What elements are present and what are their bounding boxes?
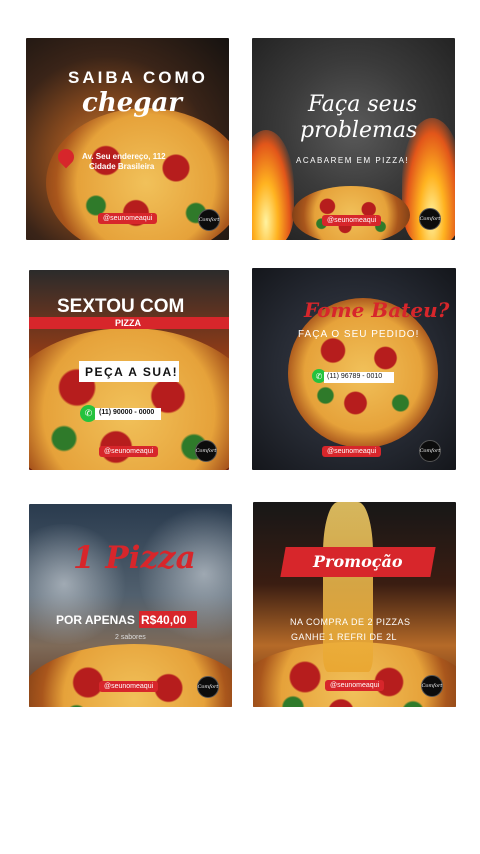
social-handle: @seunomeaqui (322, 215, 382, 226)
cta-label: PEÇA A SUA! (85, 365, 179, 379)
promo-line-1: NA COMPRA DE 2 PIZZAS (290, 617, 411, 627)
logo-badge: Comfort (419, 440, 441, 462)
cheese-pull (323, 502, 373, 672)
card-title: Fome Bateu? (304, 298, 450, 322)
card-subtitle: FAÇA O SEU PEDIDO! (298, 329, 420, 340)
social-handle: @seunomeaqui (99, 681, 159, 692)
post-card-faca-seus-problemas[interactable]: Faça seus problemas ACABAREM EM PIZZA! @… (252, 38, 455, 240)
logo-badge: Comfort (197, 676, 219, 698)
price-prefix: POR APENAS (56, 613, 135, 627)
card-title-line-2: problemas (300, 118, 418, 143)
post-card-saiba-como-chegar[interactable]: SAIBA COMO chegar Av. Seu endereço, 112 … (26, 38, 229, 240)
card-title: SEXTOU COM (57, 296, 185, 317)
card-title-line-1: Faça seus (308, 92, 418, 117)
price-note: 2 sabores (115, 634, 146, 641)
card-title: 1 Pizza (73, 540, 196, 576)
address-line-1: Av. Seu endereço, 112 (82, 152, 166, 161)
card-title: SAIBA COMO (68, 68, 208, 87)
banner-label: Promoção (313, 552, 403, 571)
pizza-image (29, 644, 232, 707)
address-line-2: Cidade Brasileira (89, 162, 155, 171)
post-card-1-pizza[interactable]: 1 Pizza POR APENAS R$40,00 2 sabores @se… (29, 504, 232, 707)
promo-line-2: GANHE 1 REFRI DE 2L (291, 632, 398, 642)
phone-number: (11) 90000 - 0000 (99, 409, 155, 416)
social-handle: @seunomeaqui (99, 446, 159, 457)
logo-badge: Comfort (198, 209, 220, 231)
social-handle: @seunomeaqui (322, 446, 382, 457)
logo-badge: Comfort (421, 675, 443, 697)
social-handle: @seunomeaqui (98, 213, 158, 224)
price-value: R$40,00 (141, 613, 187, 627)
post-card-promocao[interactable]: Promoção NA COMPRA DE 2 PIZZAS GANHE 1 R… (253, 502, 456, 707)
post-card-fome-bateu[interactable]: Fome Bateu? FAÇA O SEU PEDIDO! ✆ (11) 96… (252, 268, 456, 470)
logo-badge: Comfort (195, 440, 217, 462)
pizza-image (292, 186, 410, 240)
flame-left (252, 130, 294, 240)
card-subtitle: ACABAREM EM PIZZA! (296, 156, 410, 165)
logo-badge: Comfort (419, 208, 441, 230)
card-subtitle: chegar (82, 88, 183, 118)
post-card-sextou-com-pizza[interactable]: SEXTOU COM PIZZA PEÇA A SUA! ✆ (11) 9000… (29, 270, 229, 470)
phone-number: (11) 96789 - 0010 (327, 373, 383, 380)
social-handle: @seunomeaqui (325, 680, 385, 691)
banner-label: PIZZA (115, 318, 141, 328)
